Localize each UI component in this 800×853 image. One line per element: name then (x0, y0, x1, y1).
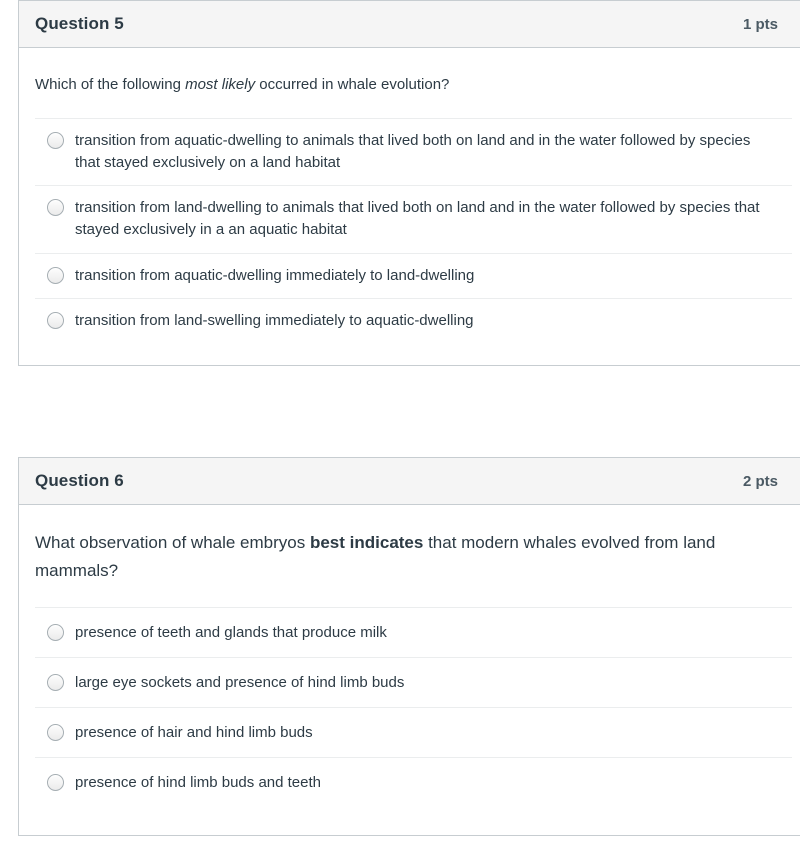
radio-button-icon[interactable] (47, 199, 64, 217)
answer-option-label: transition from land-swelling immediatel… (75, 311, 474, 329)
card-bottom-spacer (35, 343, 792, 365)
answer-option[interactable]: large eye sockets and presence of hind l… (35, 657, 792, 707)
question-header-5: Question 5 1 pts (19, 1, 800, 48)
question-card-5: Question 5 1 pts Which of the following … (18, 0, 800, 366)
answer-option[interactable]: transition from aquatic-dwelling immedia… (35, 252, 792, 298)
question-title-6: Question 6 (35, 471, 124, 490)
answer-list-6: presence of teeth and glands that produc… (35, 607, 792, 807)
question-points-6: 2 pts (742, 472, 778, 490)
question-prompt-5-emphasis: most likely (185, 76, 256, 93)
question-body-6: What observation of whale embryos best i… (19, 505, 800, 835)
question-card-6: Question 6 2 pts What observation of wha… (18, 457, 800, 837)
question-prompt-5-before: Which of the following (35, 76, 186, 93)
question-prompt-6: What observation of whale embryos best i… (35, 505, 792, 591)
answer-option[interactable]: presence of teeth and glands that produc… (35, 607, 792, 657)
radio-button-icon[interactable] (47, 674, 64, 692)
answer-option[interactable]: presence of hind limb buds and teeth (35, 757, 792, 807)
answer-list-5: transition from aquatic-dwelling to anim… (35, 117, 792, 343)
radio-button-icon[interactable] (47, 311, 64, 329)
radio-button-icon[interactable] (47, 774, 64, 792)
answer-option-label: transition from aquatic-dwelling immedia… (75, 266, 475, 284)
radio-button-icon[interactable] (47, 131, 64, 149)
answer-option-label: presence of hair and hind limb buds (75, 724, 313, 742)
question-body-5: Which of the following most likely occur… (19, 48, 800, 365)
answer-option-label: presence of hind limb buds and teeth (75, 774, 321, 792)
answer-option-label: transition from aquatic-dwelling to anim… (75, 131, 751, 171)
answer-option[interactable]: transition from land-swelling immediatel… (35, 297, 792, 343)
radio-button-icon[interactable] (47, 266, 64, 284)
answer-option-label: large eye sockets and presence of hind l… (75, 674, 405, 692)
answer-option-label: presence of teeth and glands that produc… (75, 624, 387, 642)
question-prompt-6-before: What observation of whale embryos (35, 533, 310, 552)
answer-option[interactable]: transition from land-dwelling to animals… (35, 185, 792, 252)
question-points-5: 1 pts (742, 15, 778, 33)
question-prompt-5-after: occurred in whale evolution? (255, 76, 450, 93)
radio-button-icon[interactable] (47, 624, 64, 642)
answer-option[interactable]: transition from aquatic-dwelling to anim… (35, 117, 792, 185)
answer-option-label: transition from land-dwelling to animals… (75, 199, 760, 239)
answer-option[interactable]: presence of hair and hind limb buds (35, 707, 792, 757)
question-header-6: Question 6 2 pts (19, 458, 800, 505)
card-bottom-spacer (35, 807, 792, 835)
quiz-page: Question 5 1 pts Which of the following … (0, 0, 800, 853)
radio-button-icon[interactable] (47, 724, 64, 742)
question-prompt-5: Which of the following most likely occur… (35, 48, 792, 100)
question-prompt-6-emphasis: best indicates (309, 533, 424, 552)
question-title-5: Question 5 (35, 14, 124, 33)
